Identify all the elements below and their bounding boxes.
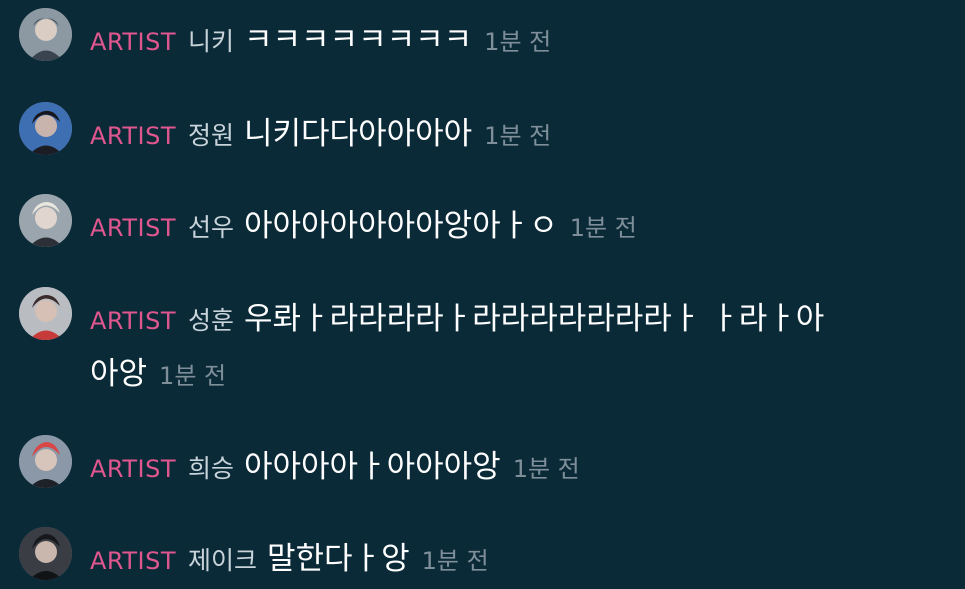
timestamp: 1분 전 (421, 547, 489, 575)
avatar[interactable] (19, 8, 72, 61)
timestamp: 1분 전 (159, 362, 227, 390)
artist-badge: ARTIST (90, 122, 176, 150)
message-line: ARTIST 희승 아아아아ㅏ아아아앙 1분 전 (90, 441, 950, 486)
sender-name: 제이크 (187, 546, 257, 575)
artist-badge: ARTIST (90, 214, 176, 242)
message-line: ARTIST 제이크 말한다ㅏ앙 1분 전 (90, 533, 950, 578)
artist-badge: ARTIST (90, 547, 176, 575)
message-line: ARTIST 선우 아아아아아아아앙아ㅏㅇ 1분 전 (90, 200, 950, 245)
avatar[interactable] (19, 287, 72, 340)
avatar[interactable] (19, 102, 72, 155)
artist-badge: ARTIST (90, 307, 176, 335)
message-line: ARTIST 성훈 우롸ㅏ라라라라ㅏ라라라라라라라ㅏ ㅏ라ㅏ아 (90, 293, 950, 338)
sender-name: 선우 (187, 213, 234, 242)
message-line: ARTIST 정원 니키다다아아아아 1분 전 (90, 108, 950, 153)
artist-badge: ARTIST (90, 455, 176, 483)
message-line: ARTIST 니키 ㅋㅋㅋㅋㅋㅋㅋㅋ 1분 전 (90, 14, 950, 59)
sender-name: 니키 (187, 27, 234, 56)
message-text: 아아아아아아아앙아ㅏㅇ (244, 208, 558, 244)
timestamp: 1분 전 (484, 122, 552, 150)
message-text-continued: 아앙 (90, 356, 148, 392)
artist-badge: ARTIST (90, 28, 176, 56)
timestamp: 1분 전 (512, 455, 580, 483)
live-chat: ARTIST 니키 ㅋㅋㅋㅋㅋㅋㅋㅋ 1분 전 ARTIST 정원 니키다다아아아아 1분 … (0, 0, 965, 589)
timestamp: 1분 전 (569, 214, 637, 242)
sender-name: 정원 (187, 121, 234, 150)
sender-name: 희승 (187, 454, 234, 483)
message-text: ㅋㅋㅋㅋㅋㅋㅋㅋ (244, 22, 473, 58)
message-text: 니키다다아아아아 (244, 116, 473, 152)
avatar[interactable] (19, 435, 72, 488)
message-line-continued: 아앙 1분 전 (90, 348, 226, 393)
avatar[interactable] (19, 527, 72, 580)
message-text: 말한다ㅏ앙 (267, 541, 410, 577)
avatar[interactable] (19, 194, 72, 247)
message-text: 우롸ㅏ라라라라ㅏ라라라라라라라ㅏ ㅏ라ㅏ아 (244, 301, 825, 337)
sender-name: 성훈 (187, 306, 234, 335)
message-text: 아아아아ㅏ아아아앙 (244, 449, 501, 485)
timestamp: 1분 전 (484, 28, 552, 56)
